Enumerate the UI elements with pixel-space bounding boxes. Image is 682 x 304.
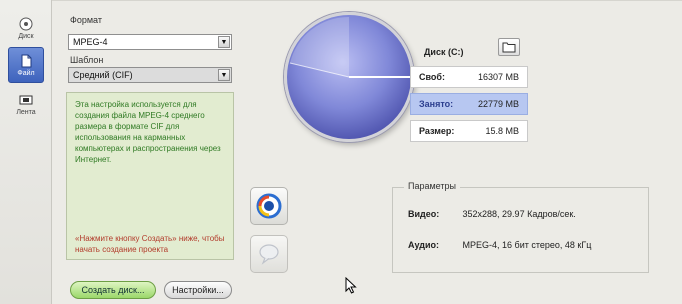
template-description: Эта настройка используется для создания … bbox=[75, 100, 221, 164]
folder-icon bbox=[502, 42, 516, 53]
disc-usage-graphic bbox=[284, 12, 414, 142]
comment-button[interactable] bbox=[250, 235, 288, 273]
disk-free-row: Своб: 16307 MB bbox=[410, 66, 528, 88]
file-icon bbox=[21, 54, 32, 67]
settings-button[interactable]: Настройки... bbox=[164, 281, 232, 299]
video-param-row: Видео: 352x288, 29.97 Кадров/сек. bbox=[408, 209, 576, 219]
preview-button[interactable] bbox=[250, 187, 288, 225]
video-param-value: 352x288, 29.97 Кадров/сек. bbox=[462, 209, 576, 219]
sidebar-item-file[interactable]: Файл bbox=[8, 47, 44, 83]
disk-used-row: Занято: 22779 MB bbox=[410, 93, 528, 115]
disk-size-value: 15.8 MB bbox=[485, 126, 519, 136]
chevron-down-icon[interactable]: ▼ bbox=[218, 36, 230, 48]
audio-param-value: MPEG-4, 16 бит стерео, 48 кГц bbox=[462, 240, 592, 250]
disk-title: Диск (C:) bbox=[424, 47, 464, 57]
sidebar-item-label: Диск bbox=[18, 32, 34, 40]
template-select[interactable]: Средний (CIF) ▼ bbox=[68, 67, 232, 83]
disk-free-value: 16307 MB bbox=[477, 72, 519, 82]
play-icon bbox=[256, 193, 282, 219]
disk-used-value: 22779 MB bbox=[477, 99, 519, 109]
tape-icon bbox=[19, 95, 33, 104]
speech-bubble-icon bbox=[259, 244, 279, 265]
video-param-label: Видео: bbox=[408, 209, 440, 219]
format-select-value: MPEG-4 bbox=[73, 37, 108, 47]
top-divider bbox=[52, 0, 682, 1]
template-description-box: Эта настройка используется для создания … bbox=[66, 92, 234, 260]
sidebar-item-disc[interactable]: Диск bbox=[8, 10, 44, 46]
format-select[interactable]: MPEG-4 ▼ bbox=[68, 34, 232, 50]
sidebar-item-label: Файл bbox=[17, 69, 35, 77]
parameters-group bbox=[392, 187, 649, 273]
disk-size-label: Размер: bbox=[419, 126, 455, 136]
left-toolbar: Диск Файл Лента bbox=[0, 0, 52, 304]
sidebar-item-label: Лента bbox=[16, 108, 36, 116]
chevron-down-icon[interactable]: ▼ bbox=[218, 69, 230, 81]
template-label: Шаблон bbox=[70, 55, 104, 65]
mouse-cursor-icon bbox=[345, 277, 357, 294]
disk-used-label: Занято: bbox=[419, 99, 454, 109]
audio-param-row: Аудио: MPEG-4, 16 бит стерео, 48 кГц bbox=[408, 240, 591, 250]
disk-free-label: Своб: bbox=[419, 72, 445, 82]
template-select-value: Средний (CIF) bbox=[73, 70, 133, 80]
format-label: Формат bbox=[70, 15, 102, 25]
disc-usage-sector bbox=[289, 16, 411, 78]
browse-folder-button[interactable] bbox=[498, 38, 520, 56]
disk-size-row: Размер: 15.8 MB bbox=[410, 120, 528, 142]
audio-param-label: Аудио: bbox=[408, 240, 440, 250]
create-hint: «Нажмите кнопку Создать» ниже, чтобы нач… bbox=[75, 234, 225, 254]
create-disc-button[interactable]: Создать диск... bbox=[70, 281, 156, 299]
disc-icon bbox=[19, 17, 33, 30]
sidebar-item-tape[interactable]: Лента bbox=[8, 86, 44, 122]
parameters-title: Параметры bbox=[404, 181, 460, 191]
